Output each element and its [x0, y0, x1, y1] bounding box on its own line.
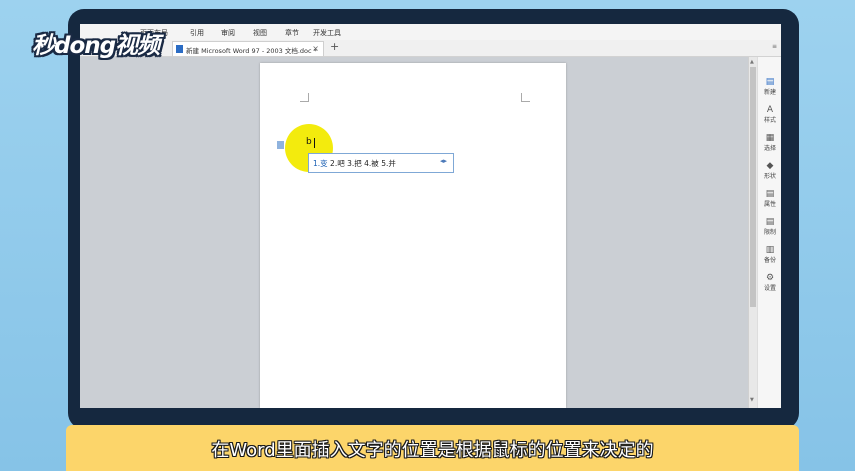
new-tab-button[interactable]: + — [330, 40, 339, 53]
sidebar-item-properties[interactable]: ▤ 属性 — [758, 189, 781, 208]
ime-candidate[interactable]: 4.被 — [364, 159, 379, 168]
scroll-up-icon[interactable]: ▲ — [750, 59, 754, 65]
shape-icon: ◆ — [766, 161, 774, 171]
sidebar-item-settings[interactable]: ⚙ 设置 — [758, 273, 781, 292]
page-margin-marker-right — [521, 93, 530, 102]
document-tab-title: 新建 Microsoft Word 97 - 2003 文档.doc * — [186, 47, 317, 55]
ribbon-menu-bar: 页面布局 引用 审阅 视图 章节 开发工具 — [80, 24, 781, 40]
text-caret — [314, 138, 315, 148]
select-icon: ▦ — [765, 133, 775, 143]
menu-view[interactable]: 视图 — [253, 28, 267, 38]
scrollbar-thumb[interactable] — [750, 67, 756, 307]
sidebar-item-label: 选择 — [763, 145, 776, 152]
new-doc-icon: ▤ — [765, 77, 775, 87]
sidebar-item-backup[interactable]: ▥ 备份 — [758, 245, 781, 264]
sidebar-item-label: 形状 — [763, 173, 776, 180]
sidebar-item-label: 限制 — [763, 229, 776, 236]
menu-developer-tools[interactable]: 开发工具 — [313, 28, 341, 38]
ime-candidate[interactable]: 3.把 — [347, 159, 362, 168]
sidebar-item-restrict[interactable]: ▤ 限制 — [758, 217, 781, 236]
ime-candidate[interactable]: 2.吧 — [330, 159, 345, 168]
sidebar-item-label: 属性 — [763, 201, 776, 208]
document-tab-bar: 新建 Microsoft Word 97 - 2003 文档.doc * × +… — [80, 40, 781, 57]
right-task-pane: ▤ 新建 A 样式 ▦ 选择 ◆ 形状 ▤ 属性 ▤ 限制 ▥ 备份 ⚙ 设置 — [757, 57, 781, 408]
subtitle-bar: 在Word里面插入文字的位置是根据鼠标的位置来决定的 — [66, 425, 799, 471]
typed-text: b — [306, 137, 312, 147]
document-page[interactable] — [260, 63, 566, 408]
sidebar-item-label: 新建 — [763, 89, 776, 96]
word-window: 页面布局 引用 审阅 视图 章节 开发工具 新建 Microsoft Word … — [80, 24, 781, 408]
ime-candidate-box: 1.变 2.吧 3.把 4.被 5.并 ◂▸ — [308, 153, 454, 173]
style-icon: A — [766, 105, 774, 115]
backup-icon: ▥ — [765, 245, 775, 255]
document-tab[interactable]: 新建 Microsoft Word 97 - 2003 文档.doc * × — [172, 41, 324, 56]
watermark-logo: 秒dong视频 — [32, 33, 160, 59]
window-option-icon[interactable]: ≡ — [772, 43, 777, 50]
page-margin-marker-left — [300, 93, 309, 102]
sidebar-item-label: 设置 — [763, 285, 776, 292]
sidebar-item-new[interactable]: ▤ 新建 — [758, 77, 781, 96]
subtitle-caption: 在Word里面插入文字的位置是根据鼠标的位置来决定的 — [211, 440, 654, 461]
properties-icon: ▤ — [765, 189, 775, 199]
sidebar-item-select[interactable]: ▦ 选择 — [758, 133, 781, 152]
restrict-icon: ▤ — [765, 217, 775, 227]
word-doc-icon — [176, 45, 183, 53]
ime-candidate[interactable]: 1.变 — [313, 159, 328, 168]
sidebar-item-label: 样式 — [763, 117, 776, 124]
sidebar-item-shape[interactable]: ◆ 形状 — [758, 161, 781, 180]
sidebar-item-label: 备份 — [763, 257, 776, 264]
settings-icon: ⚙ — [765, 273, 775, 283]
menu-review[interactable]: 审阅 — [221, 28, 235, 38]
menu-references[interactable]: 引用 — [190, 28, 204, 38]
vertical-scrollbar[interactable]: ▲ ▼ — [748, 57, 757, 408]
ime-page-arrows-icon[interactable]: ◂▸ — [440, 157, 447, 165]
ime-candidate[interactable]: 5.并 — [381, 159, 396, 168]
document-canvas[interactable]: b 1.变 2.吧 3.把 4.被 5.并 ◂▸ — [80, 57, 748, 408]
scroll-down-icon[interactable]: ▼ — [750, 397, 754, 403]
paragraph-doc-icon — [277, 141, 284, 149]
menu-section[interactable]: 章节 — [285, 28, 299, 38]
close-icon[interactable]: × — [312, 44, 319, 53]
sidebar-item-style[interactable]: A 样式 — [758, 105, 781, 124]
